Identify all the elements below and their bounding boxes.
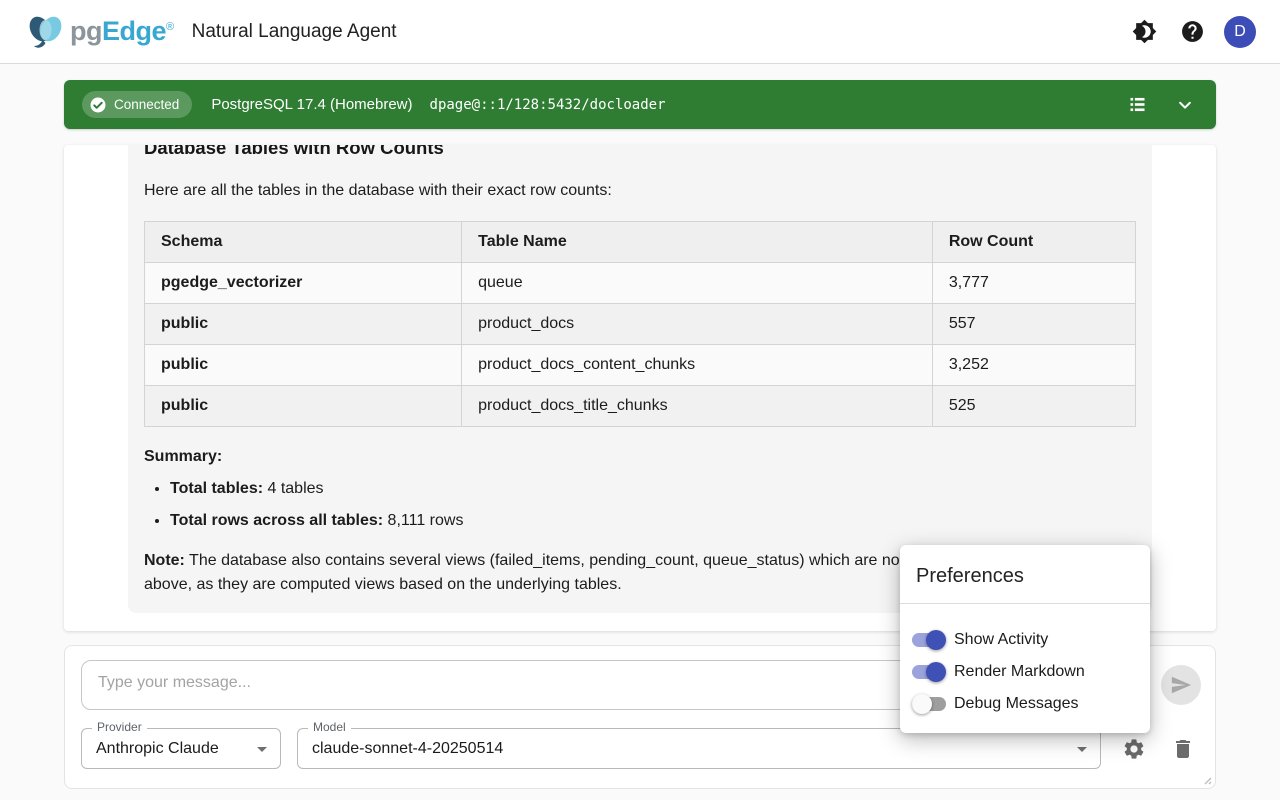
app-header: pgEdge® Natural Language Agent D [0, 0, 1280, 64]
summary-list: Total tables: 4 tables Total rows across … [170, 477, 1136, 533]
toggle-switch[interactable] [912, 630, 946, 650]
table-row: publicproduct_docs_title_chunks525 [145, 386, 1136, 427]
toggle-label: Show Activity [954, 631, 1048, 649]
help-icon [1180, 19, 1205, 44]
connection-expand-button[interactable] [1172, 92, 1198, 118]
brand-registered-mark: ® [166, 21, 174, 33]
column-header-table-name: Table Name [462, 222, 933, 263]
preference-toggle-show-activity[interactable]: Show Activity [912, 624, 1138, 656]
gear-icon [1122, 737, 1146, 761]
toggle-label: Render Markdown [954, 663, 1085, 681]
model-select-value: claude-sonnet-4-20250514 [312, 740, 503, 758]
check-circle-icon [89, 96, 107, 114]
pgedge-logo-mark [24, 12, 68, 52]
dropdown-caret-icon [1070, 737, 1094, 761]
summary-item: Total rows across all tables: 8,111 rows [170, 509, 1136, 533]
connection-string: dpage@::1/128:5432/docloader [430, 97, 666, 113]
table-row: publicproduct_docs557 [145, 304, 1136, 345]
brand-pg: pg [70, 16, 102, 46]
header-actions: D [1128, 16, 1256, 48]
settings-button[interactable] [1121, 736, 1147, 762]
toggle-switch[interactable] [912, 662, 946, 682]
table-row: pgedge_vectorizerqueue3,777 [145, 263, 1136, 304]
preference-toggle-debug-messages[interactable]: Debug Messages [912, 688, 1138, 720]
provider-select-value: Anthropic Claude [96, 740, 219, 758]
chevron-down-icon [1176, 96, 1194, 114]
message-heading: Database Tables with Row Counts [144, 145, 1136, 161]
brand-edge: Edge [102, 16, 166, 46]
trash-icon [1171, 737, 1195, 761]
connection-bar: Connected PostgreSQL 17.4 (Homebrew) dpa… [64, 80, 1216, 129]
note-label: Note: [144, 552, 185, 569]
toggle-label: Debug Messages [954, 695, 1079, 713]
page-title: Natural Language Agent [192, 21, 397, 43]
summary-label: Summary: [144, 448, 222, 465]
assistant-message: Database Tables with Row Counts Here are… [128, 145, 1152, 613]
model-select[interactable]: Model claude-sonnet-4-20250514 [297, 728, 1101, 769]
connection-status-badge: Connected [82, 91, 192, 118]
clear-chat-button[interactable] [1170, 736, 1196, 762]
theme-toggle-icon [1132, 19, 1157, 44]
connection-status-label: Connected [114, 97, 179, 112]
preferences-popup: Preferences Show Activity Render Markdow… [900, 545, 1150, 733]
connection-list-icon [1127, 94, 1148, 115]
provider-select-label: Provider [92, 720, 147, 734]
results-table-body: pgedge_vectorizerqueue3,777publicproduct… [145, 263, 1136, 427]
message-intro: Here are all the tables in the database … [144, 179, 1136, 203]
table-header-row: Schema Table Name Row Count [145, 222, 1136, 263]
dropdown-caret-icon [250, 737, 274, 761]
resize-grip-icon[interactable] [1200, 773, 1212, 785]
connection-list-button[interactable] [1124, 92, 1150, 118]
pgedge-logo: pgEdge® [24, 12, 174, 52]
model-select-label: Model [308, 720, 351, 734]
preferences-title: Preferences [900, 563, 1150, 589]
table-row: publicproduct_docs_content_chunks3,252 [145, 345, 1136, 386]
column-header-row-count: Row Count [932, 222, 1135, 263]
send-icon [1170, 674, 1192, 696]
theme-toggle-button[interactable] [1128, 16, 1160, 48]
toggle-switch[interactable] [912, 694, 946, 714]
send-button[interactable] [1161, 665, 1201, 705]
summary-item: Total tables: 4 tables [170, 477, 1136, 501]
avatar[interactable]: D [1224, 16, 1256, 48]
server-version-label: PostgreSQL 17.4 (Homebrew) [211, 96, 412, 113]
preference-toggle-render-markdown[interactable]: Render Markdown [912, 656, 1138, 688]
results-table: Schema Table Name Row Count pgedge_vecto… [144, 221, 1136, 427]
preferences-toggle-list: Show Activity Render Markdown Debug Mess… [900, 604, 1150, 720]
provider-select[interactable]: Provider Anthropic Claude [81, 728, 281, 769]
column-header-schema: Schema [145, 222, 462, 263]
help-button[interactable] [1176, 16, 1208, 48]
